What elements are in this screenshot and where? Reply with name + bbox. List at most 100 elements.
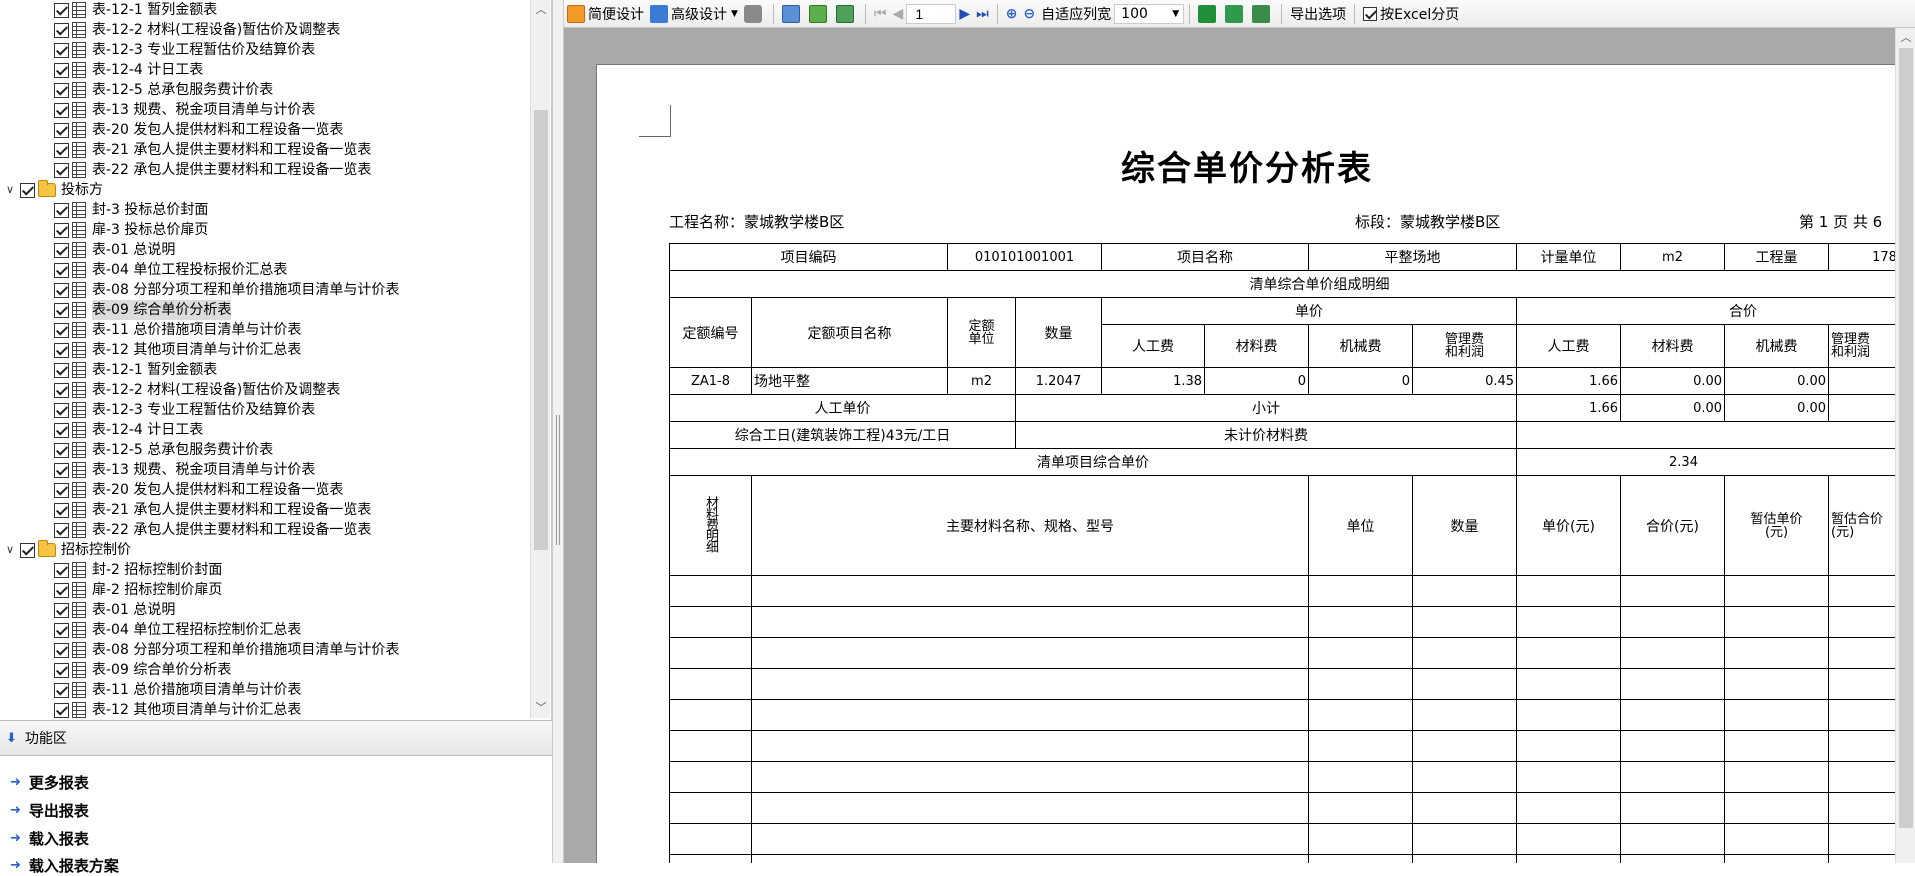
function-area-header[interactable]: ⬇ 功能区: [0, 720, 552, 756]
export-options-button[interactable]: 导出选项: [1287, 2, 1349, 26]
tree-item[interactable]: 表-12-2 材料(工程设备)暂估价及调整表: [54, 20, 340, 40]
checkbox-checked-icon[interactable]: [54, 82, 69, 98]
tree-item[interactable]: 表-11 总价措施项目清单与计价表: [54, 680, 301, 700]
checkbox-checked-icon[interactable]: [54, 142, 69, 158]
checkbox-checked-icon[interactable]: [54, 362, 69, 378]
checkbox-checked-icon[interactable]: [20, 182, 35, 198]
checkbox-checked-icon[interactable]: [54, 482, 69, 498]
advanced-design-button[interactable]: 高级设计 ▼: [647, 2, 741, 26]
tree-item[interactable]: 表-09 综合单价分析表: [54, 660, 231, 680]
checkbox-checked-icon[interactable]: [54, 502, 69, 518]
tree-item[interactable]: 表-08 分部分项工程和单价措施项目清单与计价表: [54, 640, 399, 660]
tree-item[interactable]: 表-12-3 专业工程暂估价及结算价表: [54, 400, 315, 420]
export-excel-button[interactable]: [1195, 2, 1222, 26]
tree-folder[interactable]: ∨ 招标控制价: [4, 540, 131, 560]
tree-item[interactable]: 表-08 分部分项工程和单价措施项目清单与计价表: [54, 280, 399, 300]
excel-paging-checkbox[interactable]: 按Excel分页: [1360, 2, 1462, 26]
tree-item[interactable]: 表-22 承包人提供主要材料和工程设备一览表: [54, 160, 371, 180]
tree-item[interactable]: 表-21 承包人提供主要材料和工程设备一览表: [54, 500, 371, 520]
tree-item[interactable]: 扉-3 投标总价扉页: [54, 220, 208, 240]
checkbox-checked-icon[interactable]: [54, 582, 69, 598]
tree-item[interactable]: 表-13 规费、税金项目清单与计价表: [54, 460, 315, 480]
checkbox-checked-icon[interactable]: [54, 442, 69, 458]
tree-item[interactable]: 封-3 投标总价封面: [54, 200, 208, 220]
tree-item[interactable]: 表-01 总说明: [54, 240, 175, 260]
checkbox-checked-icon[interactable]: [20, 542, 35, 558]
export-sheet-button[interactable]: [1222, 2, 1249, 26]
scrollbar-thumb[interactable]: [534, 110, 548, 550]
zoom-select[interactable]: 100 ▼: [1114, 3, 1185, 24]
tree-item[interactable]: 表-12-1 暂列金额表: [54, 360, 217, 380]
checkbox-checked-icon[interactable]: [54, 602, 69, 618]
tree-item[interactable]: 表-12 其他项目清单与计价汇总表: [54, 700, 301, 718]
page-number-input[interactable]: [906, 3, 957, 24]
load-report-scheme-link[interactable]: ➜ 载入报表方案: [10, 855, 119, 876]
last-page-button[interactable]: ⏭: [973, 2, 992, 26]
expand-icon[interactable]: ∨: [4, 180, 16, 200]
checkbox-checked-icon[interactable]: [54, 462, 69, 478]
tree-item[interactable]: 表-12-5 总承包服务费计价表: [54, 80, 273, 100]
tree-item[interactable]: 表-04 单位工程投标报价汇总表: [54, 260, 287, 280]
tree-item[interactable]: 表-11 总价措施项目清单与计价表: [54, 320, 301, 340]
checkbox-checked-icon[interactable]: [54, 162, 69, 178]
tree-item[interactable]: 表-01 总说明: [54, 600, 175, 620]
checkbox-checked-icon[interactable]: [54, 2, 69, 18]
two-page-button[interactable]: [806, 2, 833, 26]
checkbox-checked-icon[interactable]: [54, 622, 69, 638]
checkbox-checked-icon[interactable]: [54, 402, 69, 418]
export-reports-link[interactable]: ➜ 导出报表: [10, 800, 89, 821]
tree-item[interactable]: 表-20 发包人提供材料和工程设备一览表: [54, 120, 343, 140]
print-button[interactable]: [741, 2, 768, 26]
checkbox-checked-icon[interactable]: [54, 562, 69, 578]
checkbox-checked-icon[interactable]: [54, 342, 69, 358]
checkbox-checked-icon[interactable]: [54, 102, 69, 118]
checkbox-checked-icon[interactable]: [54, 282, 69, 298]
tree-item[interactable]: 表-12-4 计日工表: [54, 60, 203, 80]
splitter-grip[interactable]: [556, 415, 560, 545]
more-reports-link[interactable]: ➜ 更多报表: [10, 772, 89, 793]
scroll-up-icon[interactable]: ︿: [1896, 28, 1915, 48]
load-reports-link[interactable]: ➜ 载入报表: [10, 828, 89, 849]
zoom-in-button[interactable]: ⊕: [1003, 2, 1021, 26]
checkbox-checked-icon[interactable]: [54, 702, 69, 718]
checkbox-checked-icon[interactable]: [54, 202, 69, 218]
tree-item[interactable]: 表-13 规费、税金项目清单与计价表: [54, 100, 315, 120]
expand-icon[interactable]: ∨: [4, 540, 16, 560]
checkbox-checked-icon[interactable]: [54, 242, 69, 258]
multi-page-button[interactable]: [833, 2, 860, 26]
tree-folder[interactable]: ∨ 投标方: [4, 180, 103, 200]
checkbox-checked-icon[interactable]: [54, 122, 69, 138]
tree-item[interactable]: 表-12-1 暂列金额表: [54, 0, 217, 20]
tree-item[interactable]: 表-20 发包人提供材料和工程设备一览表: [54, 480, 343, 500]
tree-item[interactable]: 封-2 招标控制价封面: [54, 560, 222, 580]
checkbox-checked-icon[interactable]: [54, 662, 69, 678]
tree-item[interactable]: 表-22 承包人提供主要材料和工程设备一览表: [54, 520, 371, 540]
scrollbar-thumb[interactable]: [1899, 48, 1913, 828]
checkbox-checked-icon[interactable]: [54, 642, 69, 658]
tree-scrollbar[interactable]: ︿ ﹀: [530, 0, 550, 718]
fit-width-button[interactable]: 自适应列宽: [1038, 2, 1114, 26]
tree-item[interactable]: 扉-2 招标控制价扉页: [54, 580, 222, 600]
panel-splitter[interactable]: [552, 0, 564, 863]
checkbox-checked-icon[interactable]: [54, 682, 69, 698]
checkbox-checked-icon[interactable]: [54, 302, 69, 318]
tree-item[interactable]: 表-12-5 总承包服务费计价表: [54, 440, 273, 460]
checkbox-checked-icon[interactable]: [54, 262, 69, 278]
single-page-button[interactable]: [779, 2, 806, 26]
preview-scrollbar[interactable]: ︿: [1895, 28, 1915, 863]
checkbox-checked-icon[interactable]: [54, 62, 69, 78]
tree-item[interactable]: 表-12-2 材料(工程设备)暂估价及调整表: [54, 380, 340, 400]
checkbox-checked-icon[interactable]: [54, 382, 69, 398]
scroll-up-icon[interactable]: ︿: [531, 0, 551, 20]
checkbox-checked-icon[interactable]: [54, 22, 69, 38]
prev-page-button[interactable]: ◀: [890, 2, 907, 26]
tree-item[interactable]: 表-04 单位工程招标控制价汇总表: [54, 620, 301, 640]
first-page-button[interactable]: ⏮: [871, 2, 890, 26]
tree-item[interactable]: 表-09 综合单价分析表: [54, 300, 232, 320]
tree-item[interactable]: 表-12-4 计日工表: [54, 420, 203, 440]
tree-item[interactable]: 表-12-3 专业工程暂估价及结算价表: [54, 40, 315, 60]
export-multi-button[interactable]: [1249, 2, 1276, 26]
tree-item[interactable]: 表-21 承包人提供主要材料和工程设备一览表: [54, 140, 371, 160]
next-page-button[interactable]: ▶: [956, 2, 973, 26]
checkbox-checked-icon[interactable]: [54, 422, 69, 438]
